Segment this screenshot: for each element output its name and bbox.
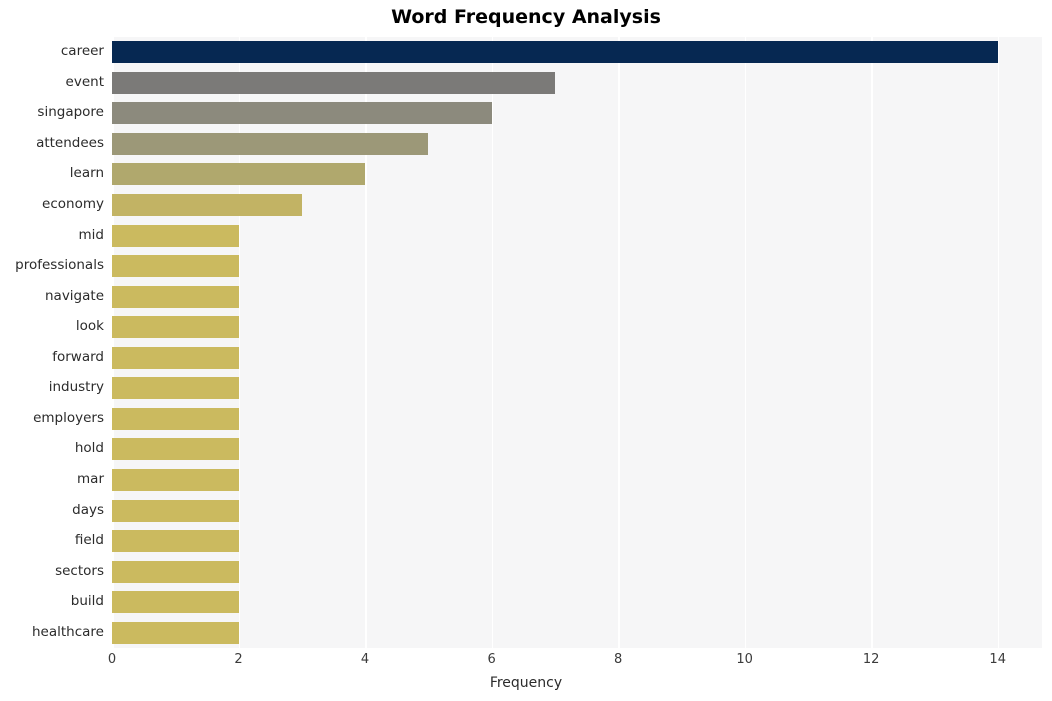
x-tick-label-12: 12	[862, 652, 880, 667]
bar-learn[interactable]	[112, 163, 366, 186]
bar-row	[112, 343, 1042, 374]
y-tick-label-singapore: singapore	[37, 104, 104, 121]
bar-row	[112, 129, 1042, 160]
y-tick-label-mar: mar	[77, 470, 104, 487]
y-tick-label-hold: hold	[74, 440, 104, 457]
bar-row	[112, 159, 1042, 190]
bar-sectors[interactable]	[112, 560, 239, 583]
x-tick-label-6: 6	[487, 652, 496, 667]
bar-row	[112, 98, 1042, 129]
x-axis-label: Frequency	[489, 675, 563, 691]
bar-mar[interactable]	[112, 468, 239, 491]
bar-row	[112, 281, 1042, 312]
bar-employers[interactable]	[112, 407, 239, 430]
bar-row	[112, 220, 1042, 251]
bar-look[interactable]	[112, 316, 239, 339]
bar-row	[112, 312, 1042, 343]
y-axis-tick-labels: career event singapore attendees learn econom…	[0, 37, 112, 648]
bar-row	[112, 434, 1042, 465]
y-tick-label-career: career	[60, 43, 104, 60]
bar-row	[112, 190, 1042, 221]
x-tick-label-0: 0	[107, 652, 117, 667]
bar-row	[112, 587, 1042, 618]
bar-row	[112, 617, 1042, 648]
x-tick-label-4: 4	[360, 652, 370, 667]
y-tick-label-look: look	[75, 318, 104, 335]
x-tick-label-2: 2	[234, 652, 243, 667]
bar-row	[112, 251, 1042, 282]
bar-row	[112, 68, 1042, 99]
bar-navigate[interactable]	[112, 285, 239, 308]
y-tick-label-attendees: attendees	[36, 134, 104, 151]
bar-row	[112, 404, 1042, 435]
y-tick-label-navigate: navigate	[44, 287, 104, 304]
x-tick-label-8: 8	[613, 652, 623, 667]
bar-professionals[interactable]	[112, 255, 239, 278]
y-tick-label-mid: mid	[78, 226, 104, 243]
bar-attendees[interactable]	[112, 132, 429, 155]
y-tick-label-industry: industry	[48, 379, 104, 396]
y-tick-label-healthcare: healthcare	[32, 623, 104, 640]
y-tick-label-build: build	[70, 593, 104, 610]
bar-row	[112, 465, 1042, 496]
y-tick-label-learn: learn	[69, 165, 104, 182]
y-tick-label-event: event	[65, 73, 104, 90]
bar-career[interactable]	[112, 41, 998, 64]
bar-field[interactable]	[112, 530, 239, 553]
bar-hold[interactable]	[112, 438, 239, 461]
bar-forward[interactable]	[112, 346, 239, 369]
bar-mid[interactable]	[112, 224, 239, 247]
y-tick-label-days: days	[72, 501, 104, 518]
chart-title: Word Frequency Analysis	[391, 6, 661, 28]
bar-build[interactable]	[112, 591, 239, 614]
bar-row	[112, 373, 1042, 404]
bar-healthcare[interactable]	[112, 621, 239, 644]
y-tick-label-forward: forward	[52, 348, 104, 365]
y-tick-label-economy: economy	[42, 196, 104, 213]
bar-row	[112, 556, 1042, 587]
chart-figure: Word Frequency Analysis career event singa…	[0, 0, 1052, 701]
x-tick-label-10: 10	[736, 652, 753, 667]
bar-economy[interactable]	[112, 194, 302, 217]
bar-singapore[interactable]	[112, 102, 492, 125]
bar-event[interactable]	[112, 71, 555, 94]
y-tick-label-field: field	[74, 532, 104, 549]
bar-industry[interactable]	[112, 377, 239, 400]
bar-row	[112, 37, 1042, 68]
bar-row	[112, 526, 1042, 557]
y-tick-label-employers: employers	[33, 409, 104, 426]
x-tick-label-14: 14	[989, 652, 1006, 667]
bar-days[interactable]	[112, 499, 239, 522]
plot-area	[112, 37, 1042, 648]
y-tick-label-sectors: sectors	[55, 562, 104, 579]
y-tick-label-professionals: professionals	[15, 257, 104, 274]
bar-row	[112, 495, 1042, 526]
